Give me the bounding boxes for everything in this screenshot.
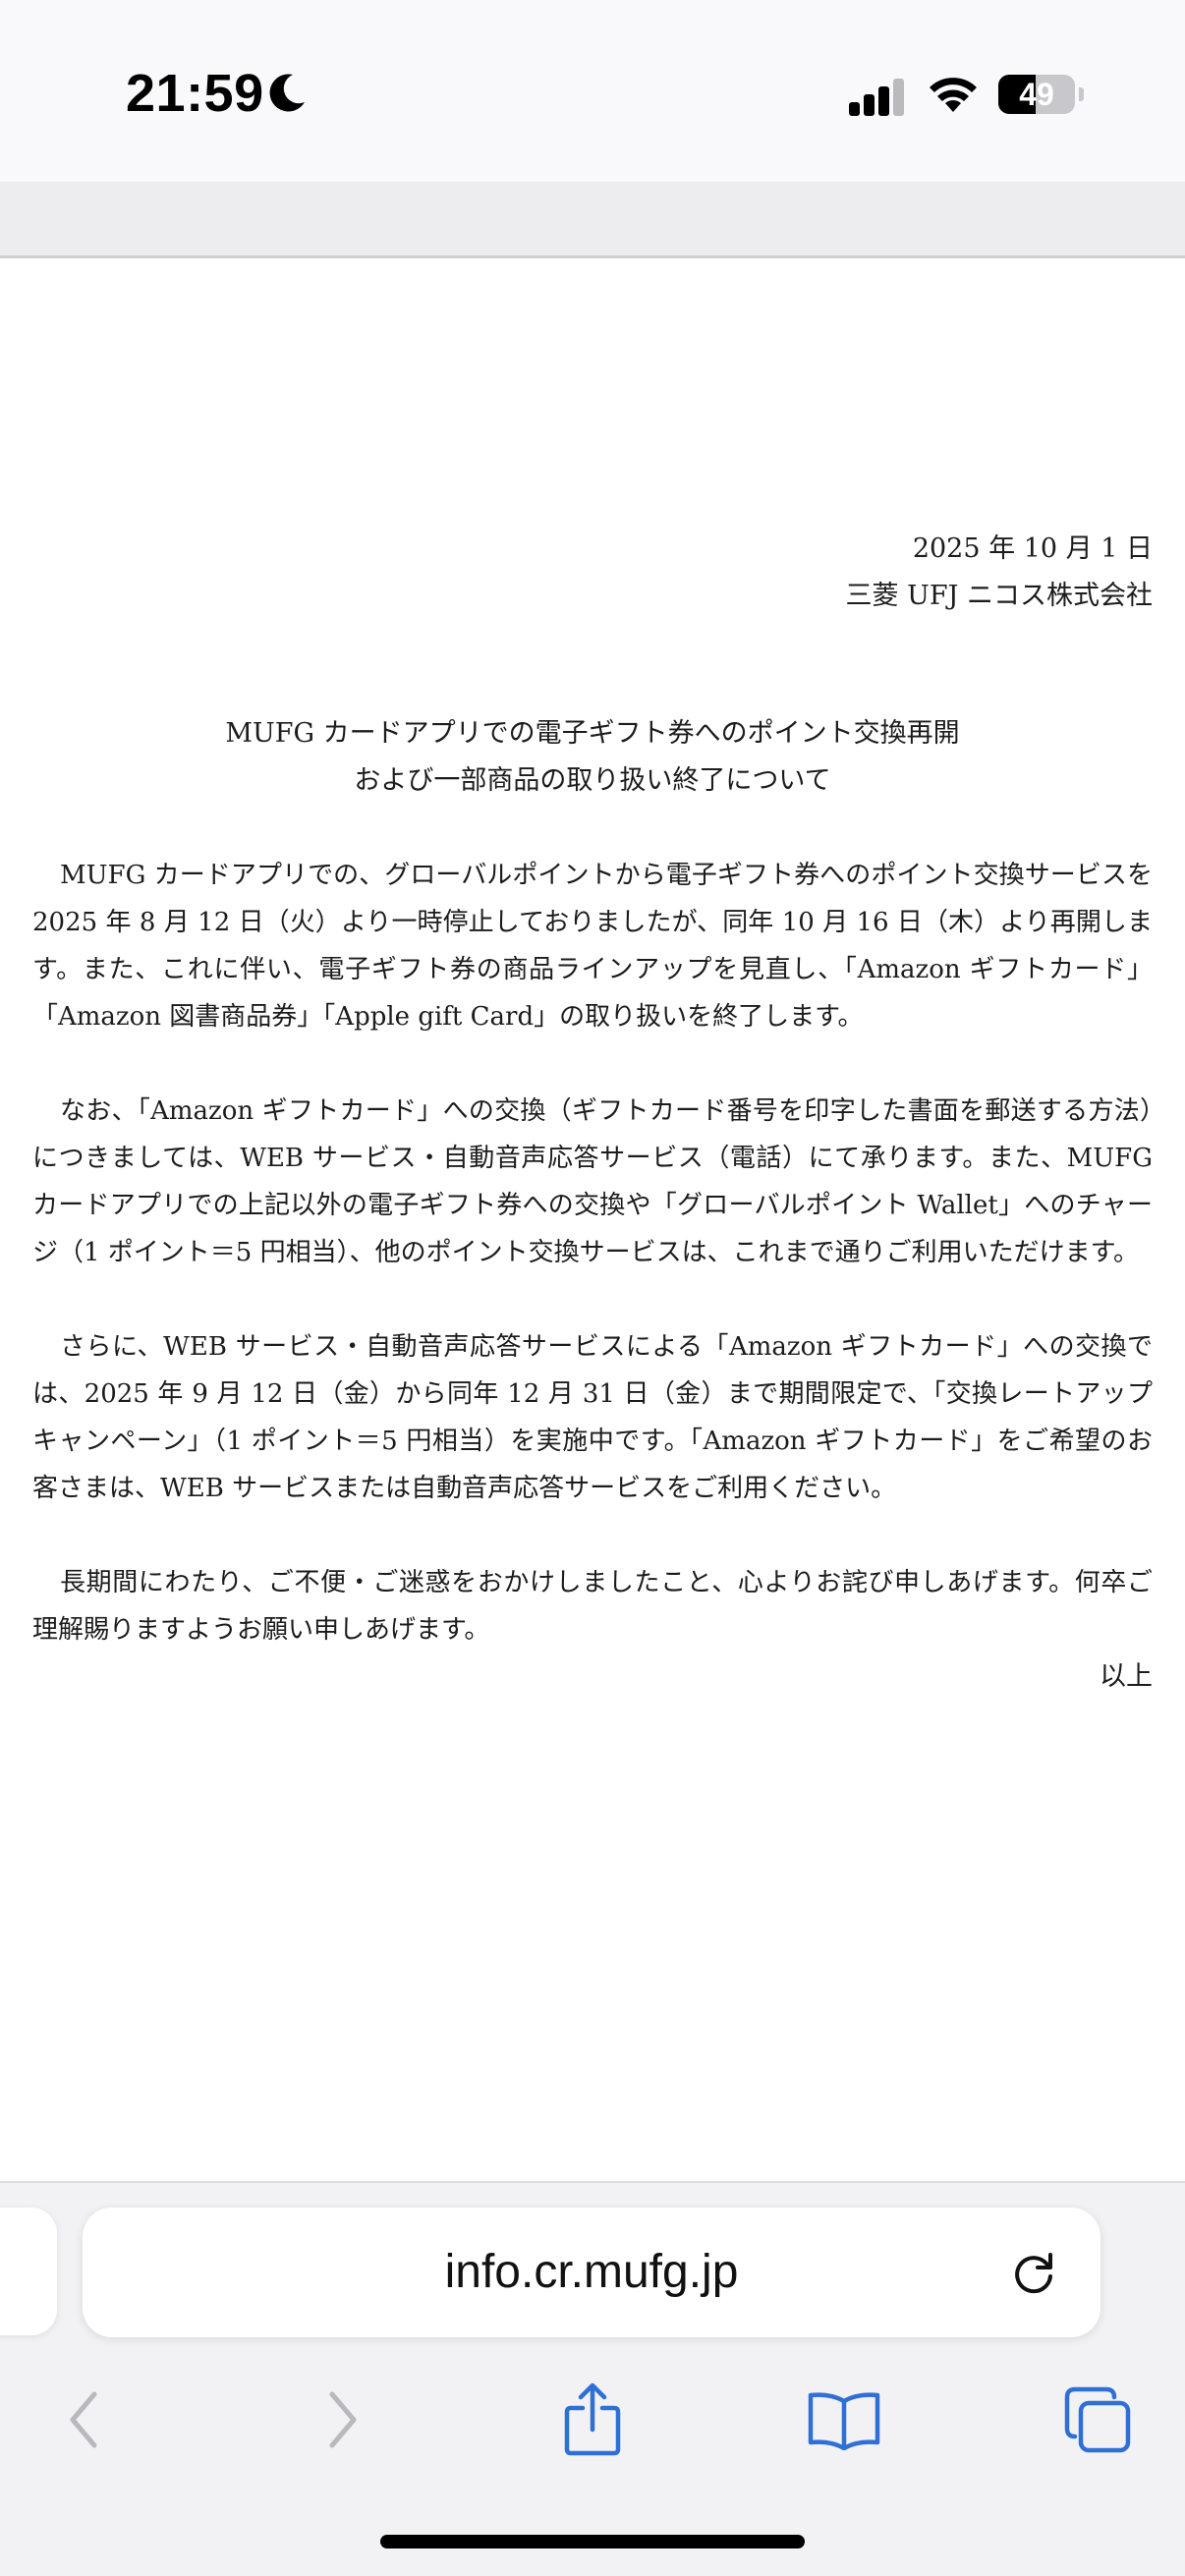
tabs-icon	[1064, 2386, 1131, 2453]
document-issuer: 三菱 UFJ ニコス株式会社	[845, 581, 1153, 611]
document-body: MUFG カードアプリでの、グローバルポイントから電子ギフト券へのポイント交換サ…	[32, 852, 1153, 1701]
document-title-line-1: MUFG カードアプリでの電子ギフト券へのポイント交換再開	[225, 718, 960, 749]
paragraph-apology: 長期間にわたり、ご不便・ご迷惑をおかけしましたこと、心よりお詫び申しあげます。何…	[32, 1568, 1153, 1645]
bookmarks-icon	[808, 2392, 880, 2450]
document-header: 2025 年 10 月 1 日 三菱 UFJ ニコス株式会社	[846, 526, 1153, 620]
forward-button[interactable]	[298, 2376, 386, 2464]
address-bar[interactable]: info.cr.mufg.jp	[83, 2208, 1100, 2337]
paragraph-campaign: さらに、WEB サービス・自動音声応答サービスによる「Amazon ギフトカード…	[32, 1332, 1153, 1503]
tabs-button[interactable]	[1053, 2376, 1142, 2464]
cellular-signal-icon	[849, 79, 904, 116]
battery-level-text: 49	[1019, 77, 1054, 112]
wifi-icon	[930, 78, 977, 112]
share-icon	[564, 2382, 621, 2456]
document-title-line-2: および一部商品の取り扱い終了について	[354, 765, 831, 796]
status-time: 21:59	[126, 64, 264, 123]
browser-toolbar: info.cr.mufg.jp	[0, 2181, 1185, 2576]
battery-icon: 49	[998, 75, 1084, 114]
back-icon	[70, 2391, 97, 2448]
forward-icon	[329, 2391, 357, 2448]
bookmarks-button[interactable]	[800, 2376, 888, 2464]
document-page: 2025 年 10 月 1 日 三菱 UFJ ニコス株式会社 MUFG カードア…	[0, 258, 1185, 2181]
top-chrome-strip	[0, 182, 1185, 258]
back-button[interactable]	[40, 2376, 129, 2464]
reload-icon[interactable]	[1008, 2247, 1059, 2298]
document-closing: 以上	[1100, 1661, 1153, 1692]
document-date: 2025 年 10 月 1 日	[912, 533, 1153, 564]
status-bar: 21:59 49	[0, 0, 1185, 182]
share-button[interactable]	[548, 2376, 637, 2464]
document-title: MUFG カードアプリでの電子ギフト券へのポイント交換再開 および一部商品の取り…	[0, 710, 1185, 805]
previous-tab-card[interactable]	[0, 2208, 57, 2335]
url-text[interactable]: info.cr.mufg.jp	[83, 2208, 1100, 2337]
paragraph-amazon-exchange: なお、「Amazon ギフトカード」への交換（ギフトカード番号を印字した書面を郵…	[32, 1096, 1153, 1267]
paragraph-resume-service: MUFG カードアプリでの、グローバルポイントから電子ギフト券へのポイント交換サ…	[32, 861, 1153, 1032]
home-indicator[interactable]	[380, 2535, 805, 2548]
moon-icon	[269, 74, 305, 112]
